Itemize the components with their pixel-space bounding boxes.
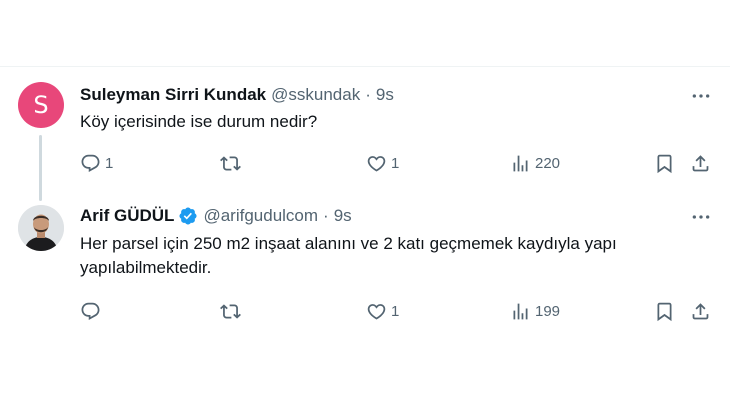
- separator-dot: ·: [323, 206, 329, 225]
- retweet-arrows-icon: [220, 303, 241, 319]
- author-handle[interactable]: @sskundak: [271, 85, 360, 105]
- tweet-header: Suleyman Sirri Kundak @sskundak · 9s: [80, 85, 394, 105]
- tweet-actions: 1 1 220: [80, 151, 712, 175]
- tweet[interactable]: S Suleyman Sirri Kundak @sskundak · 9s K…: [0, 67, 730, 201]
- top-blank-area: [0, 0, 730, 66]
- reply-bubble-icon: [81, 302, 100, 320]
- share-upload-icon: [692, 302, 709, 319]
- reply-bubble-icon: [81, 154, 100, 172]
- heart-icon: [367, 155, 386, 172]
- like-button[interactable]: 1: [366, 299, 399, 323]
- views-button[interactable]: 199: [510, 299, 560, 323]
- tweet-time[interactable]: 9s: [334, 206, 352, 226]
- views-button[interactable]: 220: [510, 151, 560, 175]
- avatar-photo: [18, 205, 64, 251]
- reply-count: 1: [105, 154, 114, 172]
- more-horizontal-icon[interactable]: [691, 86, 711, 106]
- author-name[interactable]: Arif GÜDÜL: [80, 206, 174, 226]
- avatar[interactable]: [18, 205, 64, 251]
- view-count: 199: [535, 302, 561, 320]
- reply-button[interactable]: 1: [80, 151, 113, 175]
- author-handle[interactable]: @arifgudulcom: [203, 206, 318, 226]
- share-upload-icon: [692, 154, 709, 171]
- tweet-actions: 1 199: [80, 299, 712, 323]
- share-button[interactable]: [690, 299, 711, 323]
- reply-button[interactable]: [80, 299, 105, 323]
- retweet-button[interactable]: [220, 151, 245, 175]
- bookmark-button[interactable]: [654, 299, 675, 323]
- bookmark-icon: [657, 302, 672, 321]
- retweet-button[interactable]: [220, 299, 245, 323]
- tweet-time[interactable]: 9s: [376, 85, 394, 105]
- tweet-header: Arif GÜDÜL @arifgudulcom · 9s: [80, 206, 352, 226]
- like-button[interactable]: 1: [366, 151, 399, 175]
- bookmark-button[interactable]: [654, 151, 675, 175]
- share-button[interactable]: [690, 151, 711, 175]
- tweet-text: Köy içerisinde ise durum nedir?: [80, 112, 318, 131]
- like-count: 1: [391, 154, 400, 172]
- view-count: 220: [535, 154, 561, 172]
- views-bar-chart-icon: [513, 303, 528, 319]
- like-count: 1: [391, 302, 400, 320]
- thread-connector-line: [39, 135, 42, 201]
- bookmark-icon: [657, 154, 672, 173]
- retweet-arrows-icon: [220, 155, 241, 171]
- tweet[interactable]: Arif GÜDÜL @arifgudulcom · 9s Her parsel…: [0, 195, 730, 340]
- tweet-text: Her parsel için 250 m2 inşaat alanını ve…: [80, 234, 617, 277]
- author-name[interactable]: Suleyman Sirri Kundak: [80, 85, 266, 105]
- views-bar-chart-icon: [513, 155, 528, 171]
- verified-badge-icon: [178, 206, 198, 226]
- more-horizontal-icon[interactable]: [691, 207, 711, 227]
- heart-icon: [367, 303, 386, 320]
- avatar[interactable]: S: [18, 82, 64, 128]
- avatar-letter: S: [33, 91, 49, 119]
- separator-dot: ·: [365, 85, 371, 104]
